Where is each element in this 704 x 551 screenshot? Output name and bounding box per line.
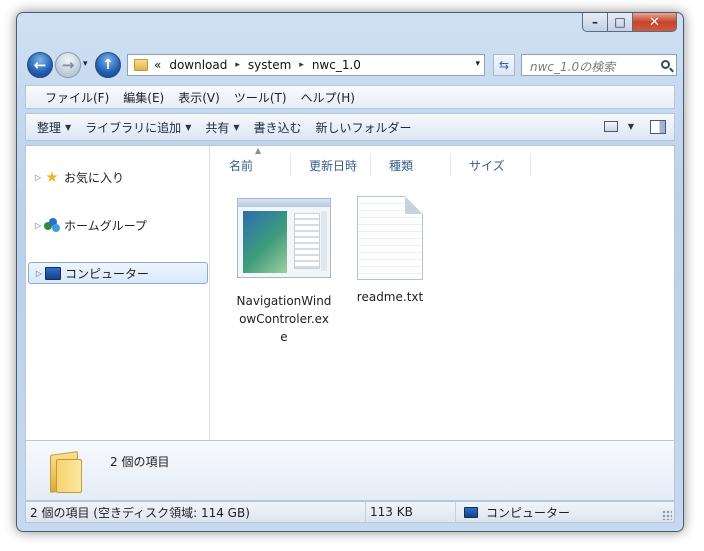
file-name: NavigationWind owControler.ex e [236,294,332,344]
exe-icon [237,198,331,278]
navigation-pane: ▷ ★ お気に入り ▷ ホームグループ ▷ コンピューター [26,146,210,440]
status-location-label: コンピューター [486,505,571,520]
column-header-date[interactable]: 更新日時 [291,154,371,176]
command-bar: 整理 ▼ ライブラリに追加 ▼ 共有 ▼ 書き込む 新しいフォルダー ▼ [25,113,675,141]
menu-tools[interactable]: ツール(T) [227,89,294,106]
folder-icon [48,451,82,493]
add-to-library-label: ライブラリに追加 [85,120,182,135]
close-button[interactable]: ✕ [633,13,677,32]
file-name: readme.txt [356,290,424,304]
search-icon[interactable] [661,60,670,69]
organize-button[interactable]: 整理 ▼ [30,119,78,136]
chevron-down-icon: ▼ [65,122,72,132]
organize-label: 整理 [37,120,62,135]
refresh-button[interactable]: ⇆ [493,54,515,76]
breadcrumb: « download ▸ system ▸ nwc_1.0 [154,58,361,72]
nav-item-homegroup[interactable]: ▷ ホームグループ [28,214,208,236]
maximize-button[interactable]: □ [608,13,633,32]
star-icon: ★ [45,168,59,186]
burn-button[interactable]: 書き込む [247,119,309,136]
item-count: 2 個の項目 [110,455,170,469]
navigation-row: ← → ▾ ↑ « download ▸ system ▸ nwc_1.0 ▾ … [25,51,677,79]
menu-help[interactable]: ヘルプ(H) [294,89,362,106]
menu-file[interactable]: ファイル(F) [38,89,116,106]
back-button[interactable]: ← [27,52,53,78]
nav-item-favorites[interactable]: ▷ ★ お気に入り [28,166,208,188]
breadcrumb-separator-icon[interactable]: ▸ [299,60,304,70]
new-folder-button[interactable]: 新しいフォルダー [309,119,419,136]
refresh-icon: ⇆ [498,58,510,72]
history-dropdown[interactable]: ▾ [83,59,88,69]
column-headers: 名前 更新日時 種類 サイズ [211,154,531,176]
forward-arrow-icon: → [61,56,75,74]
address-dropdown[interactable]: ▾ [475,59,480,69]
explorer-window: – □ ✕ ← → ▾ ↑ « download ▸ system ▸ nwc_… [16,12,684,532]
menu-view[interactable]: 表示(V) [171,89,227,106]
expand-icon[interactable]: ▷ [33,269,45,278]
resize-grip[interactable] [662,510,672,520]
status-items: 2 個の項目 (空きディスク領域: 114 GB) [26,501,366,523]
file-item[interactable]: NavigationWind owControler.ex e [229,198,339,346]
details-pane: 2 個の項目 [25,441,675,501]
nav-item-label: コンピューター [65,266,150,281]
change-view-button[interactable]: ▼ [603,121,634,132]
chevron-down-icon: ▼ [627,122,634,131]
preview-pane-icon[interactable] [650,120,666,134]
chevron-down-icon: ▼ [185,122,192,132]
text-file-icon [357,196,423,280]
share-label: 共有 [205,120,230,135]
column-header-type[interactable]: 種類 [371,154,451,176]
menu-bar: ファイル(F) 編集(E) 表示(V) ツール(T) ヘルプ(H) [25,85,675,109]
nav-item-computer[interactable]: ▷ コンピューター [28,262,208,284]
homegroup-icon [44,218,60,232]
up-button[interactable]: ↑ [95,52,121,78]
computer-icon [45,266,61,280]
breadcrumb-nwc[interactable]: nwc_1.0 [312,58,361,72]
file-list: ▲ 名前 更新日時 種類 サイズ NavigationWind owContro… [211,146,674,440]
add-to-library-button[interactable]: ライブラリに追加 ▼ [78,119,198,136]
address-bar[interactable]: « download ▸ system ▸ nwc_1.0 ▾ [127,54,485,76]
file-item[interactable]: readme.txt [345,196,435,306]
breadcrumb-overflow[interactable]: « [154,58,161,72]
status-location: コンピューター [456,504,570,521]
folder-icon [134,59,148,71]
back-arrow-icon: ← [33,56,47,74]
menu-edit[interactable]: 編集(E) [116,89,171,106]
caption-buttons: – □ ✕ [582,13,677,33]
breadcrumb-system[interactable]: system [248,58,291,72]
nav-item-label: ホームグループ [64,218,147,233]
nav-item-label: お気に入り [64,170,125,185]
search-input[interactable]: nwc_1.0の検索 [521,54,677,76]
forward-button[interactable]: → [55,52,81,78]
breadcrumb-download[interactable]: download [169,58,227,72]
minimize-button[interactable]: – [582,13,608,32]
breadcrumb-separator-icon[interactable]: ▸ [235,60,240,70]
column-header-size[interactable]: サイズ [451,154,531,176]
expand-icon[interactable]: ▷ [32,221,44,230]
status-bar: 2 個の項目 (空きディスク領域: 114 GB) 113 KB コンピューター [25,501,675,523]
computer-icon [464,506,478,518]
main-area: ▷ ★ お気に入り ▷ ホームグループ ▷ コンピューター ▲ 名前 更新日時 … [25,145,675,441]
up-arrow-icon: ↑ [102,57,114,73]
view-icon [603,121,618,132]
search-placeholder: nwc_1.0の検索 [530,60,616,74]
share-button[interactable]: 共有 ▼ [198,119,246,136]
expand-icon[interactable]: ▷ [32,173,44,182]
chevron-down-icon: ▼ [233,122,240,132]
column-header-name[interactable]: 名前 [211,154,291,176]
status-size: 113 KB [366,501,456,523]
